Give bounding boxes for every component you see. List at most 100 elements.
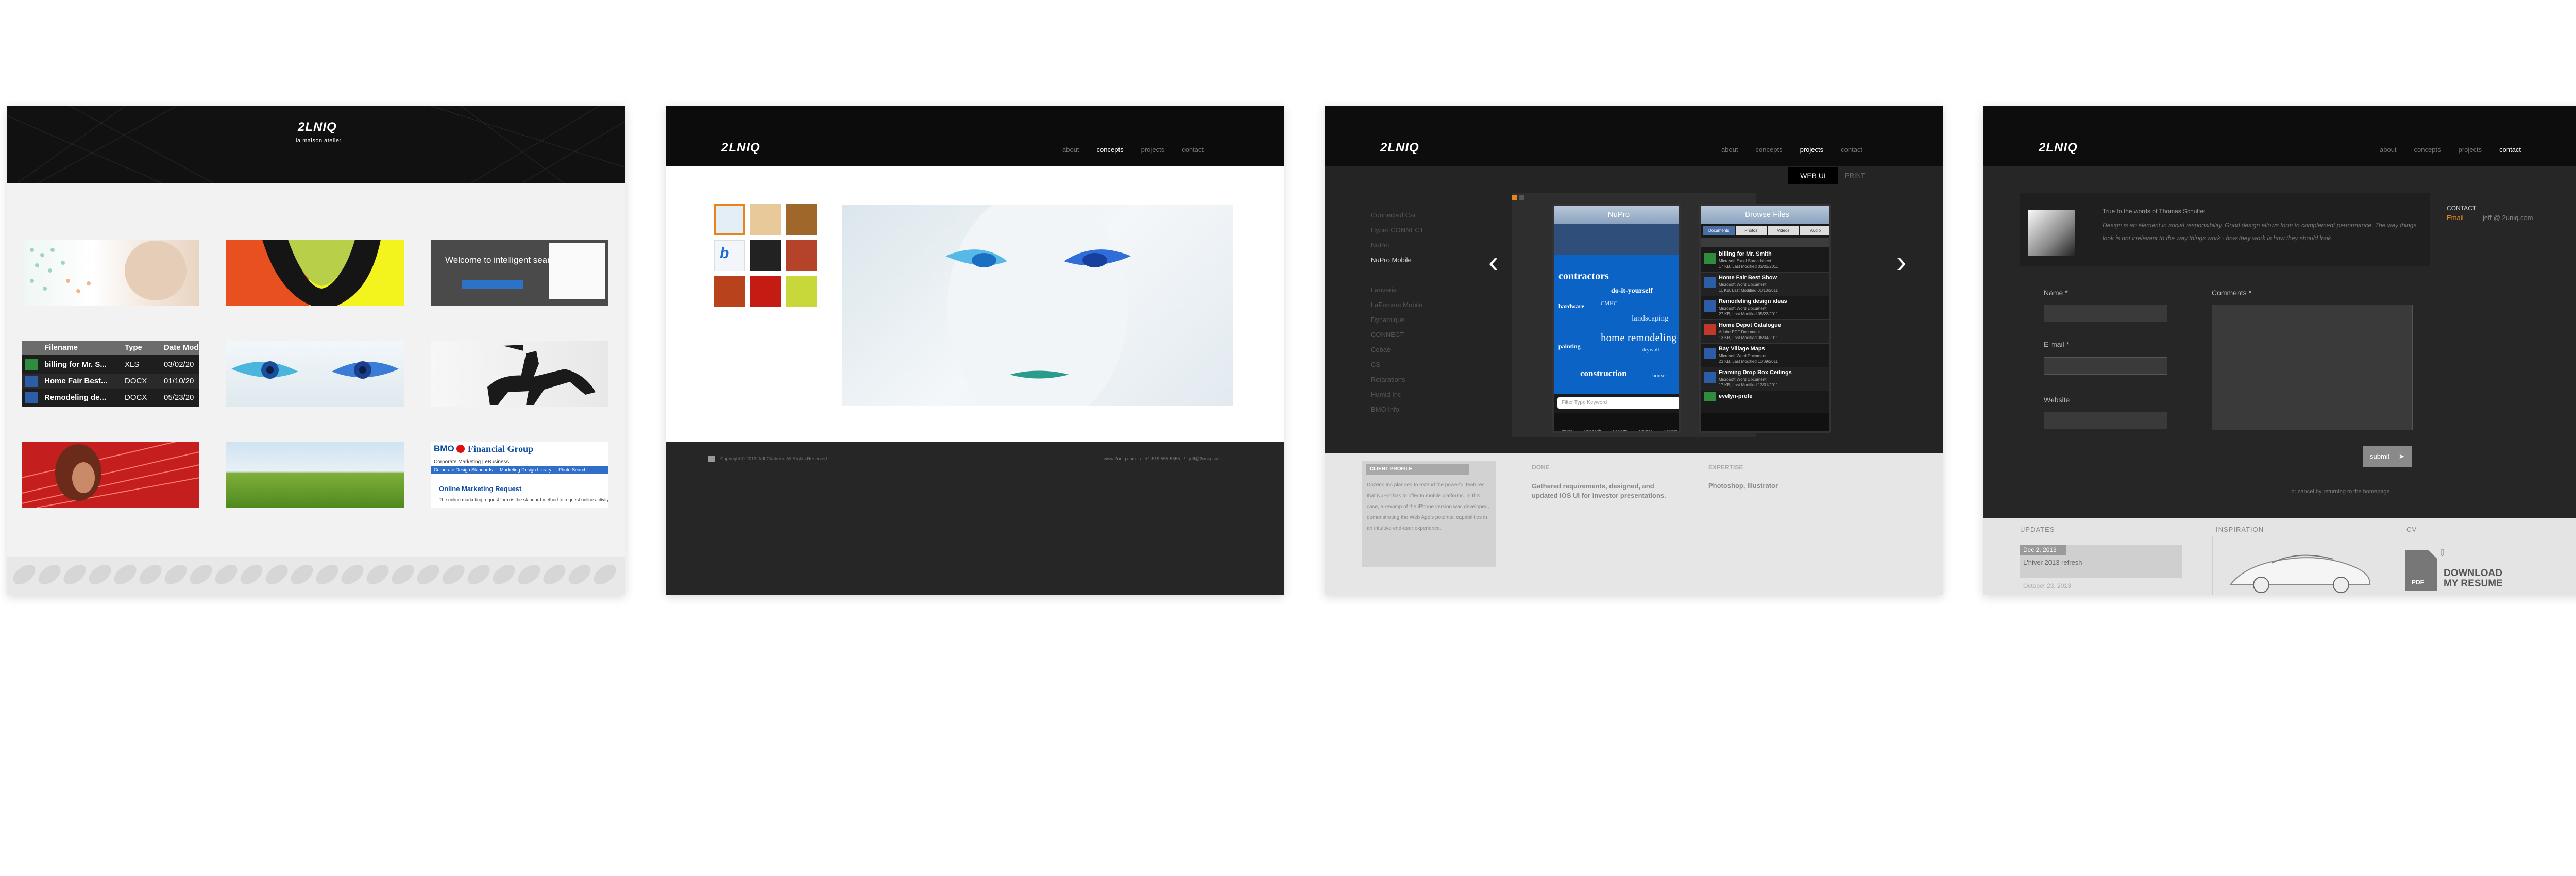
cv-label: CV: [2406, 526, 2417, 533]
website-input[interactable]: [2044, 412, 2167, 429]
file-row[interactable]: Bay Village Maps Microsoft Word Document 2…: [1701, 344, 1829, 367]
project-item[interactable]: Lanveria: [1371, 286, 1424, 301]
cloud-word[interactable]: do-it-yourself: [1611, 287, 1653, 295]
update-card[interactable]: Dec 2, 2013 L'hiver 2013 refresh: [2020, 545, 2182, 578]
nav-projects[interactable]: projects: [2459, 146, 2482, 154]
nav-concepts[interactable]: concepts: [1756, 146, 1783, 154]
concept-thumb[interactable]: [750, 204, 781, 235]
cloud-word[interactable]: construction: [1580, 368, 1627, 379]
nav-projects[interactable]: projects: [1141, 146, 1165, 154]
nav-concepts[interactable]: concepts: [1097, 146, 1124, 154]
file-row[interactable]: Framing Drop Box Ceilings Microsoft Word …: [1701, 367, 1829, 391]
project-item[interactable]: Cobaé: [1371, 346, 1424, 361]
filter-tab[interactable]: Photos: [1735, 226, 1767, 235]
email-value[interactable]: jeff @ 2uniq.com: [2483, 214, 2533, 222]
filter-tab[interactable]: Audio: [1800, 226, 1829, 235]
concept-thumb-selected[interactable]: [714, 204, 745, 235]
cloud-word[interactable]: CMHC: [1601, 300, 1617, 307]
site-logo[interactable]: 2LNIQ: [2039, 141, 2078, 155]
concept-thumb[interactable]: [714, 276, 745, 307]
cloud-word[interactable]: painting: [1558, 343, 1581, 350]
tab-web-ui[interactable]: WEB UI: [1788, 167, 1838, 184]
cloud-word[interactable]: house: [1652, 373, 1666, 379]
nav-about[interactable]: about: [2380, 146, 2397, 154]
tab-print[interactable]: PRINT: [1845, 172, 1865, 179]
nav-projects[interactable]: projects: [1800, 146, 1824, 154]
thumb-horse-rider[interactable]: [431, 341, 608, 407]
cloud-word[interactable]: hardware: [1558, 302, 1584, 310]
project-item[interactable]: Dynamique: [1371, 316, 1424, 331]
tabbar-item[interactable]: Contacts: [1613, 430, 1628, 431]
file-row[interactable]: Home Fair Best Show Microsoft Word Docume…: [1701, 273, 1829, 296]
cancel-link[interactable]: ... or cancel by returning to the homepa…: [2285, 488, 2392, 495]
name-input[interactable]: [2044, 305, 2167, 322]
tabbar-item[interactable]: Home Fair: [1584, 430, 1601, 431]
thumb-search-site[interactable]: Welcome to intelligent search.: [431, 240, 608, 306]
file-row[interactable]: billing for Mr. Smith Microsoft Excel Spr…: [1701, 249, 1829, 273]
concept-thumb[interactable]: [786, 240, 817, 271]
nav-about[interactable]: about: [1062, 146, 1079, 154]
bmo-link[interactable]: Marketing Design Library: [500, 466, 551, 474]
thumb-bmo-site[interactable]: BMO Financial Group Corporate Marketing …: [431, 442, 608, 508]
concept-thumb[interactable]: [750, 240, 781, 271]
thumb-blue-eyes[interactable]: [226, 341, 404, 407]
nav-contact[interactable]: contact: [2499, 146, 2521, 154]
car-sketch[interactable]: [2225, 544, 2375, 595]
file-row[interactable]: Home Depot Catalogue Adobe PDF Document 13…: [1701, 320, 1829, 344]
phone1-search-input[interactable]: Filter Type Keyword: [1557, 397, 1679, 409]
project-item[interactable]: Humid Inc: [1371, 391, 1424, 406]
cloud-word[interactable]: home remodeling: [1601, 331, 1677, 344]
email-input[interactable]: [2044, 357, 2167, 375]
nav-contact[interactable]: contact: [1182, 146, 1204, 154]
xls-icon: [1704, 392, 1716, 401]
project-item[interactable]: BMO Info: [1371, 406, 1424, 420]
site-logo[interactable]: 2LNIQ: [298, 120, 337, 134]
project-item[interactable]: LaFemme Mobile: [1371, 301, 1424, 316]
concept-thumb[interactable]: b: [714, 240, 745, 271]
update-date-2[interactable]: October 23, 2013: [2023, 582, 2071, 589]
site-logo[interactable]: 2LNIQ: [1380, 141, 1419, 155]
nav-contact[interactable]: contact: [1841, 146, 1862, 154]
submit-button[interactable]: submit ➤: [2363, 446, 2412, 467]
project-item[interactable]: CS: [1371, 361, 1424, 376]
thumb-dots-woman[interactable]: [22, 240, 199, 306]
project-item[interactable]: Retarations: [1371, 376, 1424, 391]
comments-textarea[interactable]: [2212, 305, 2413, 430]
bmo-link[interactable]: Photo Search: [558, 466, 587, 474]
thumb-green-field[interactable]: [226, 442, 404, 508]
project-item[interactable]: CONNECT: [1371, 331, 1424, 346]
concept-thumb[interactable]: [750, 276, 781, 307]
tabbar-item[interactable]: Browse: [1561, 430, 1572, 431]
tabbar-item[interactable]: Settings: [1664, 430, 1677, 431]
concept-thumb[interactable]: [786, 204, 817, 235]
project-item[interactable]: Connected Car: [1371, 211, 1424, 226]
slide-indicator-active[interactable]: [1512, 195, 1517, 200]
filter-tab[interactable]: Documents: [1703, 226, 1735, 235]
thumb-glasses[interactable]: [226, 240, 404, 306]
site-logo[interactable]: 2LNIQ: [721, 141, 760, 155]
next-arrow-icon[interactable]: ›: [1896, 245, 1906, 279]
tabbar-item[interactable]: Sources: [1639, 430, 1652, 431]
concept-thumb[interactable]: [786, 276, 817, 307]
file-list: billing for Mr. Smith Microsoft Excel Spr…: [1701, 249, 1829, 402]
cloud-word[interactable]: landscaping: [1632, 314, 1669, 323]
file-row[interactable]: evelyn-profe: [1701, 391, 1829, 402]
bmo-link[interactable]: Corporate Design Standards: [434, 466, 493, 474]
thumb-file-table[interactable]: Filename Type Date Mod billing for Mr. S…: [22, 341, 199, 407]
thumb-runner[interactable]: [22, 442, 199, 508]
row-name: Remodeling de...: [44, 393, 107, 402]
nav-concepts[interactable]: concepts: [2414, 146, 2441, 154]
filter-tab[interactable]: Videos: [1768, 226, 1799, 235]
prev-arrow-icon[interactable]: ‹: [1488, 245, 1498, 279]
slide-indicator[interactable]: [1519, 195, 1524, 200]
project-item[interactable]: Hyper CONNECT: [1371, 226, 1424, 241]
pdf-icon[interactable]: PDF: [2405, 550, 2437, 591]
nav-about[interactable]: about: [1721, 146, 1738, 154]
cloud-word[interactable]: drywall: [1642, 347, 1659, 353]
project-item[interactable]: NuPro: [1371, 241, 1424, 256]
cloud-word[interactable]: contractors: [1558, 271, 1609, 282]
download-line-1: DOWNLOAD: [2444, 568, 2502, 579]
project-item-active[interactable]: NuPro Mobile: [1371, 256, 1424, 271]
file-row[interactable]: Remodeling design ideas Microsoft Word Do…: [1701, 296, 1829, 320]
download-resume-link[interactable]: DOWNLOAD MY RESUME: [2444, 568, 2503, 589]
